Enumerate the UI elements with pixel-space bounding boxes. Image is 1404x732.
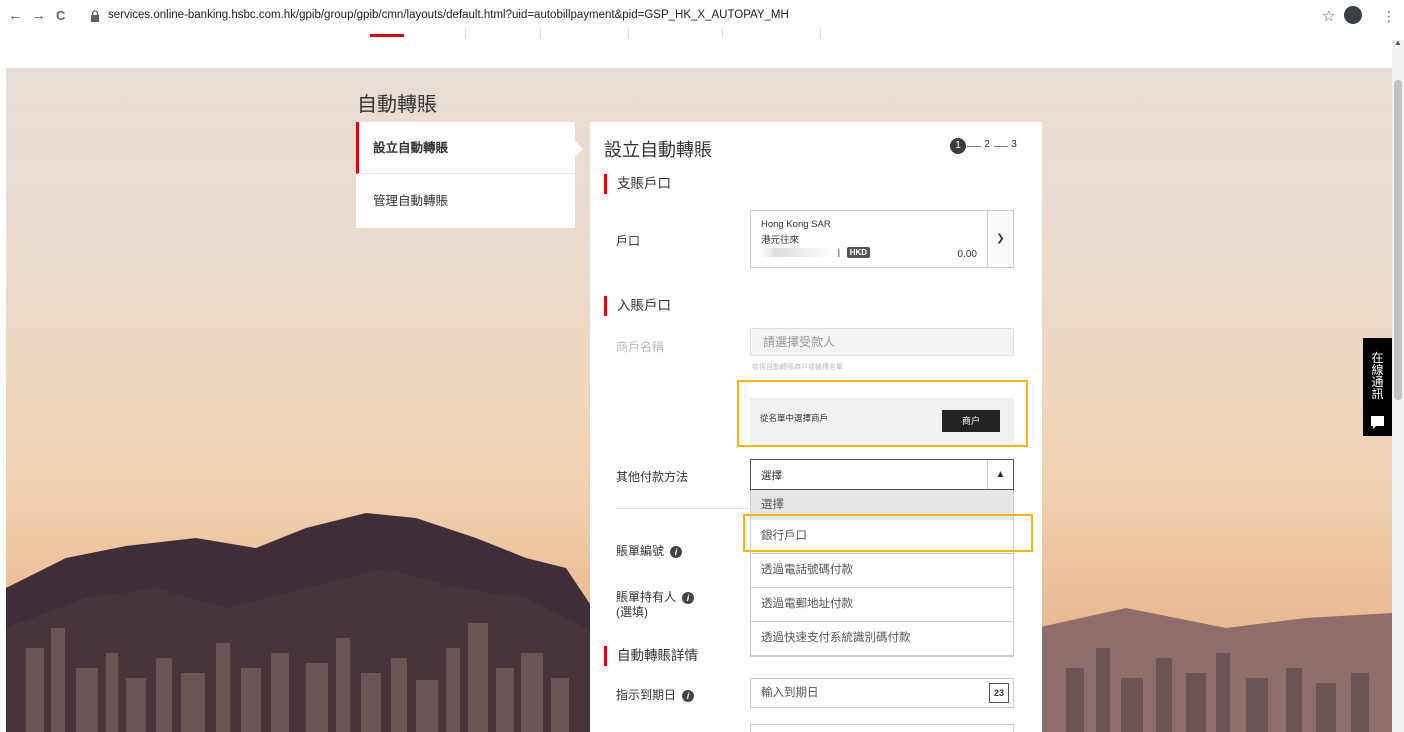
currency-badge: HKD [846,247,871,258]
side-menu-item-manage-autopay[interactable]: 管理自動轉賬 [356,174,575,228]
nav-separator [820,28,821,38]
chat-label-char: 訊 [1371,387,1384,401]
nav-separator [540,28,541,38]
account-region: Hong Kong SAR [761,219,831,230]
merchant-hint-text: 檢視自動轉賬商戶或機構名單 [752,364,843,371]
bill-holder-text: 賬單持有人 [616,590,677,604]
step-connector [967,146,981,147]
masked-account-number [761,247,835,257]
side-menu-item-setup-autopay[interactable]: 設立自動轉賬 [356,122,583,174]
due-date-label: 指示到期日 i [616,686,695,703]
calendar-icon[interactable]: 23 [989,683,1009,703]
due-date-input[interactable]: 輸入到期日 23 [750,678,1014,708]
due-date-text: 指示到期日 [616,688,677,702]
browser-menu-icon[interactable]: ⋮ [1382,8,1396,25]
divider [616,508,750,509]
highlight-merchant-picker [737,380,1028,447]
dropdown-option[interactable]: 透過電話號碼付款 [751,554,1013,588]
forward-arrow-icon[interactable]: → [31,8,46,24]
step-connector [994,146,1008,147]
side-menu: 設立自動轉賬 管理自動轉賬 [356,122,583,228]
due-date-placeholder: 輸入到期日 [761,687,819,699]
scroll-up-arrow-icon[interactable]: ▲ [1394,38,1402,47]
autopay-details-section-title: 自動轉賬詳情 [604,646,698,666]
step-1: 1 [950,138,966,154]
panel-title: 設立自動轉賬 [604,140,712,160]
bill-number-text: 賬單編號 [616,544,665,558]
step-indicator: 1 2 3 [950,138,1030,156]
nav-separator [465,28,466,38]
address-bar[interactable]: services.online-banking.hsbc.com.hk/gpib… [108,9,789,21]
back-arrow-icon[interactable]: ← [8,8,23,24]
selected-value: 選擇 [761,470,782,482]
info-icon[interactable]: i [682,591,695,604]
merchant-name-field[interactable]: 請選擇受款人 [750,328,1014,356]
chat-bubble-icon [1371,416,1384,429]
account-balance: 0.00 [957,249,977,260]
step-3: 3 [1008,138,1020,154]
lock-icon [91,10,99,22]
debit-account-section-title: 支賬戶口 [604,174,671,194]
bill-number-label: 賬單編號 i [616,542,683,559]
account-label: 戶口 [616,234,641,248]
nav-separator [628,28,629,38]
account-type: 港元往來 [761,235,800,246]
live-chat-tab[interactable]: 在 線 通 訊 [1363,338,1392,436]
profile-avatar-icon[interactable] [1344,6,1362,24]
chevron-down-icon[interactable]: ❯ [987,211,1013,267]
dropdown-option[interactable]: 透過電郵地址付款 [751,588,1013,622]
site-nav-strip [0,26,1392,40]
next-field-partial[interactable] [750,724,1014,732]
bookmark-star-icon[interactable]: ☆ [1322,7,1335,25]
scrollbar-thumb[interactable] [1394,80,1402,400]
browser-toolbar: ← → C services.online-banking.hsbc.com.h… [0,0,1404,40]
other-payment-method-label: 其他付款方法 [616,470,689,484]
active-nav-indicator [370,34,404,37]
dropdown-option[interactable]: 透過快速支付系統識別碼付款 [751,622,1013,656]
debit-account-select[interactable]: Hong Kong SAR 港元往來 | HKD 0.00 ❯ [750,210,1014,268]
bill-holder-optional-label: (選填) [616,605,648,619]
credit-account-section-title: 入賬戶口 [604,296,671,316]
account-number: | HKD [761,247,971,258]
reload-icon[interactable]: C [56,8,65,24]
highlight-bank-account-option [743,514,1033,552]
info-icon[interactable]: i [670,545,683,558]
merchant-name-label: 商戶名稱 [616,340,665,354]
other-payment-method-select[interactable]: 選擇 ▲ [750,459,1014,490]
page-title: 自動轉賬 [357,94,437,116]
nav-separator [722,28,723,38]
chevron-up-icon[interactable]: ▲ [987,460,1013,489]
info-icon[interactable]: i [682,689,695,702]
step-2: 2 [981,138,993,154]
